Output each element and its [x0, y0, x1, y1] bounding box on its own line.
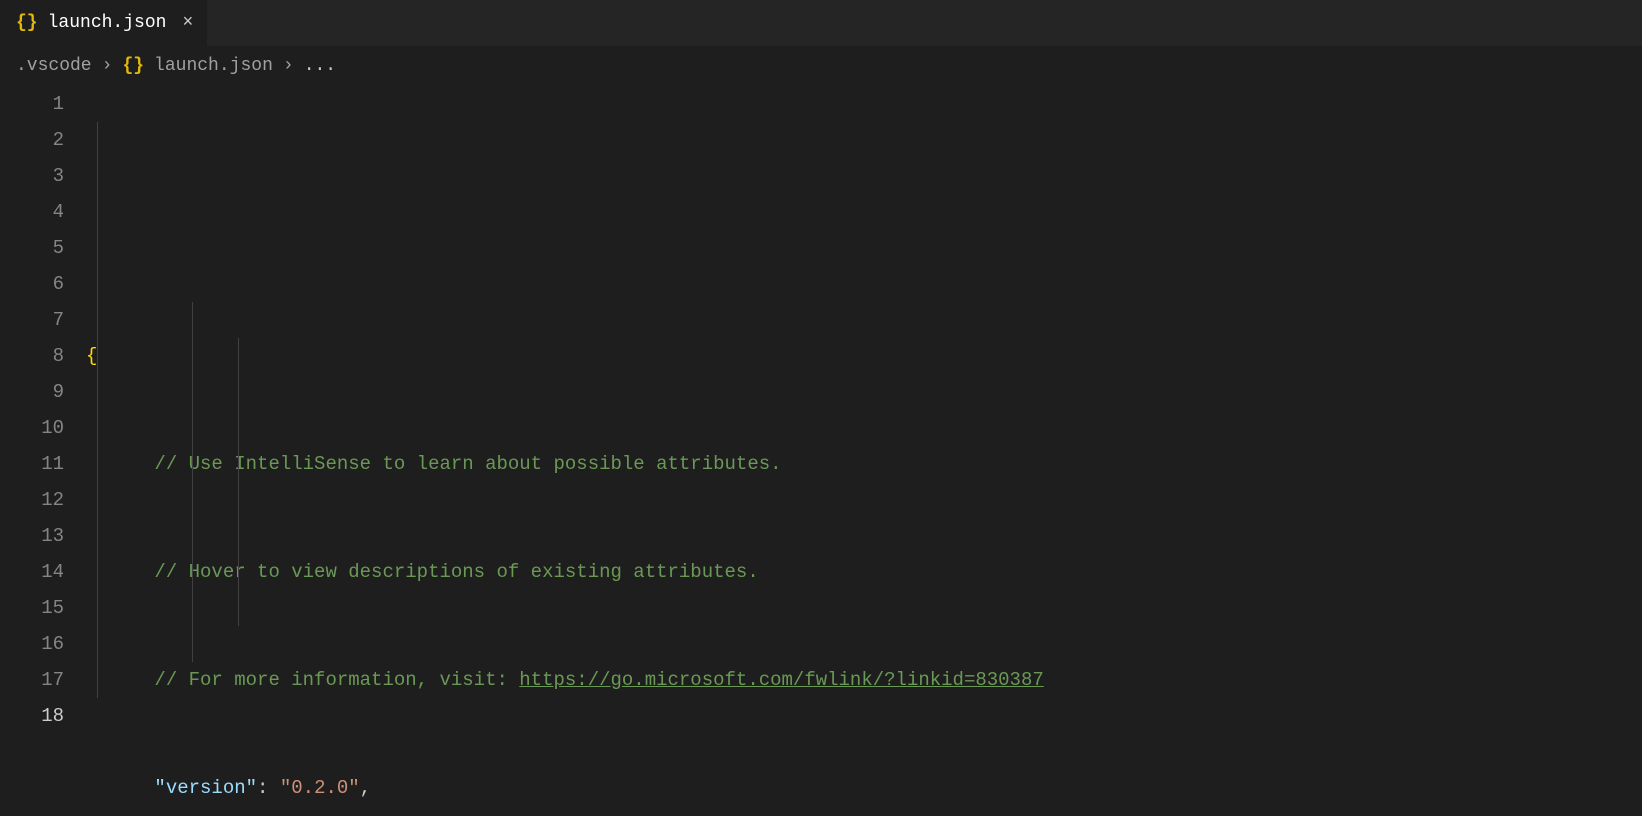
code-line[interactable]: // Hover to view descriptions of existin… [86, 554, 1642, 590]
line-number: 9 [0, 374, 64, 410]
line-number: 5 [0, 230, 64, 266]
line-number: 2 [0, 122, 64, 158]
code-line[interactable]: "version": "0.2.0", [86, 770, 1642, 806]
line-number: 13 [0, 518, 64, 554]
chevron-right-icon: › [283, 56, 294, 76]
line-number-gutter: 1 2 3 4 5 6 7 8 9 10 11 12 13 14 15 16 1… [0, 86, 86, 816]
comment-link[interactable]: https://go.microsoft.com/fwlink/?linkid=… [519, 669, 1044, 691]
line-number: 1 [0, 86, 64, 122]
breadcrumb[interactable]: .vscode › {} launch.json › ... [0, 46, 1642, 86]
line-number: 18 [0, 698, 64, 734]
chevron-right-icon: › [102, 56, 113, 76]
breadcrumb-file[interactable]: launch.json [154, 56, 273, 76]
line-number: 14 [0, 554, 64, 590]
line-number: 6 [0, 266, 64, 302]
line-number: 12 [0, 482, 64, 518]
line-number: 15 [0, 590, 64, 626]
line-number: 7 [0, 302, 64, 338]
tab-launch-json[interactable]: {} launch.json × [0, 0, 208, 46]
close-icon[interactable]: × [182, 13, 193, 33]
comment: // Hover to view descriptions of existin… [154, 561, 758, 583]
code-line[interactable]: // Use IntelliSense to learn about possi… [86, 446, 1642, 482]
breadcrumb-folder[interactable]: .vscode [16, 56, 92, 76]
line-number: 10 [0, 410, 64, 446]
comment: // For more information, visit: [154, 669, 519, 691]
json-brackets-icon: {} [16, 13, 38, 33]
json-brackets-icon: {} [122, 56, 144, 76]
line-number: 8 [0, 338, 64, 374]
breadcrumb-more[interactable]: ... [304, 56, 336, 76]
line-number: 3 [0, 158, 64, 194]
code-line[interactable]: // For more information, visit: https://… [86, 662, 1642, 698]
line-number: 4 [0, 194, 64, 230]
line-number: 16 [0, 626, 64, 662]
code-line[interactable]: { [86, 338, 1642, 374]
line-number: 17 [0, 662, 64, 698]
tab-bar: {} launch.json × [0, 0, 1642, 46]
line-number: 11 [0, 446, 64, 482]
code-editor[interactable]: 1 2 3 4 5 6 7 8 9 10 11 12 13 14 15 16 1… [0, 86, 1642, 816]
code-area[interactable]: { // Use IntelliSense to learn about pos… [86, 86, 1642, 816]
tab-title: launch.json [48, 13, 167, 33]
comment: // Use IntelliSense to learn about possi… [154, 453, 781, 475]
